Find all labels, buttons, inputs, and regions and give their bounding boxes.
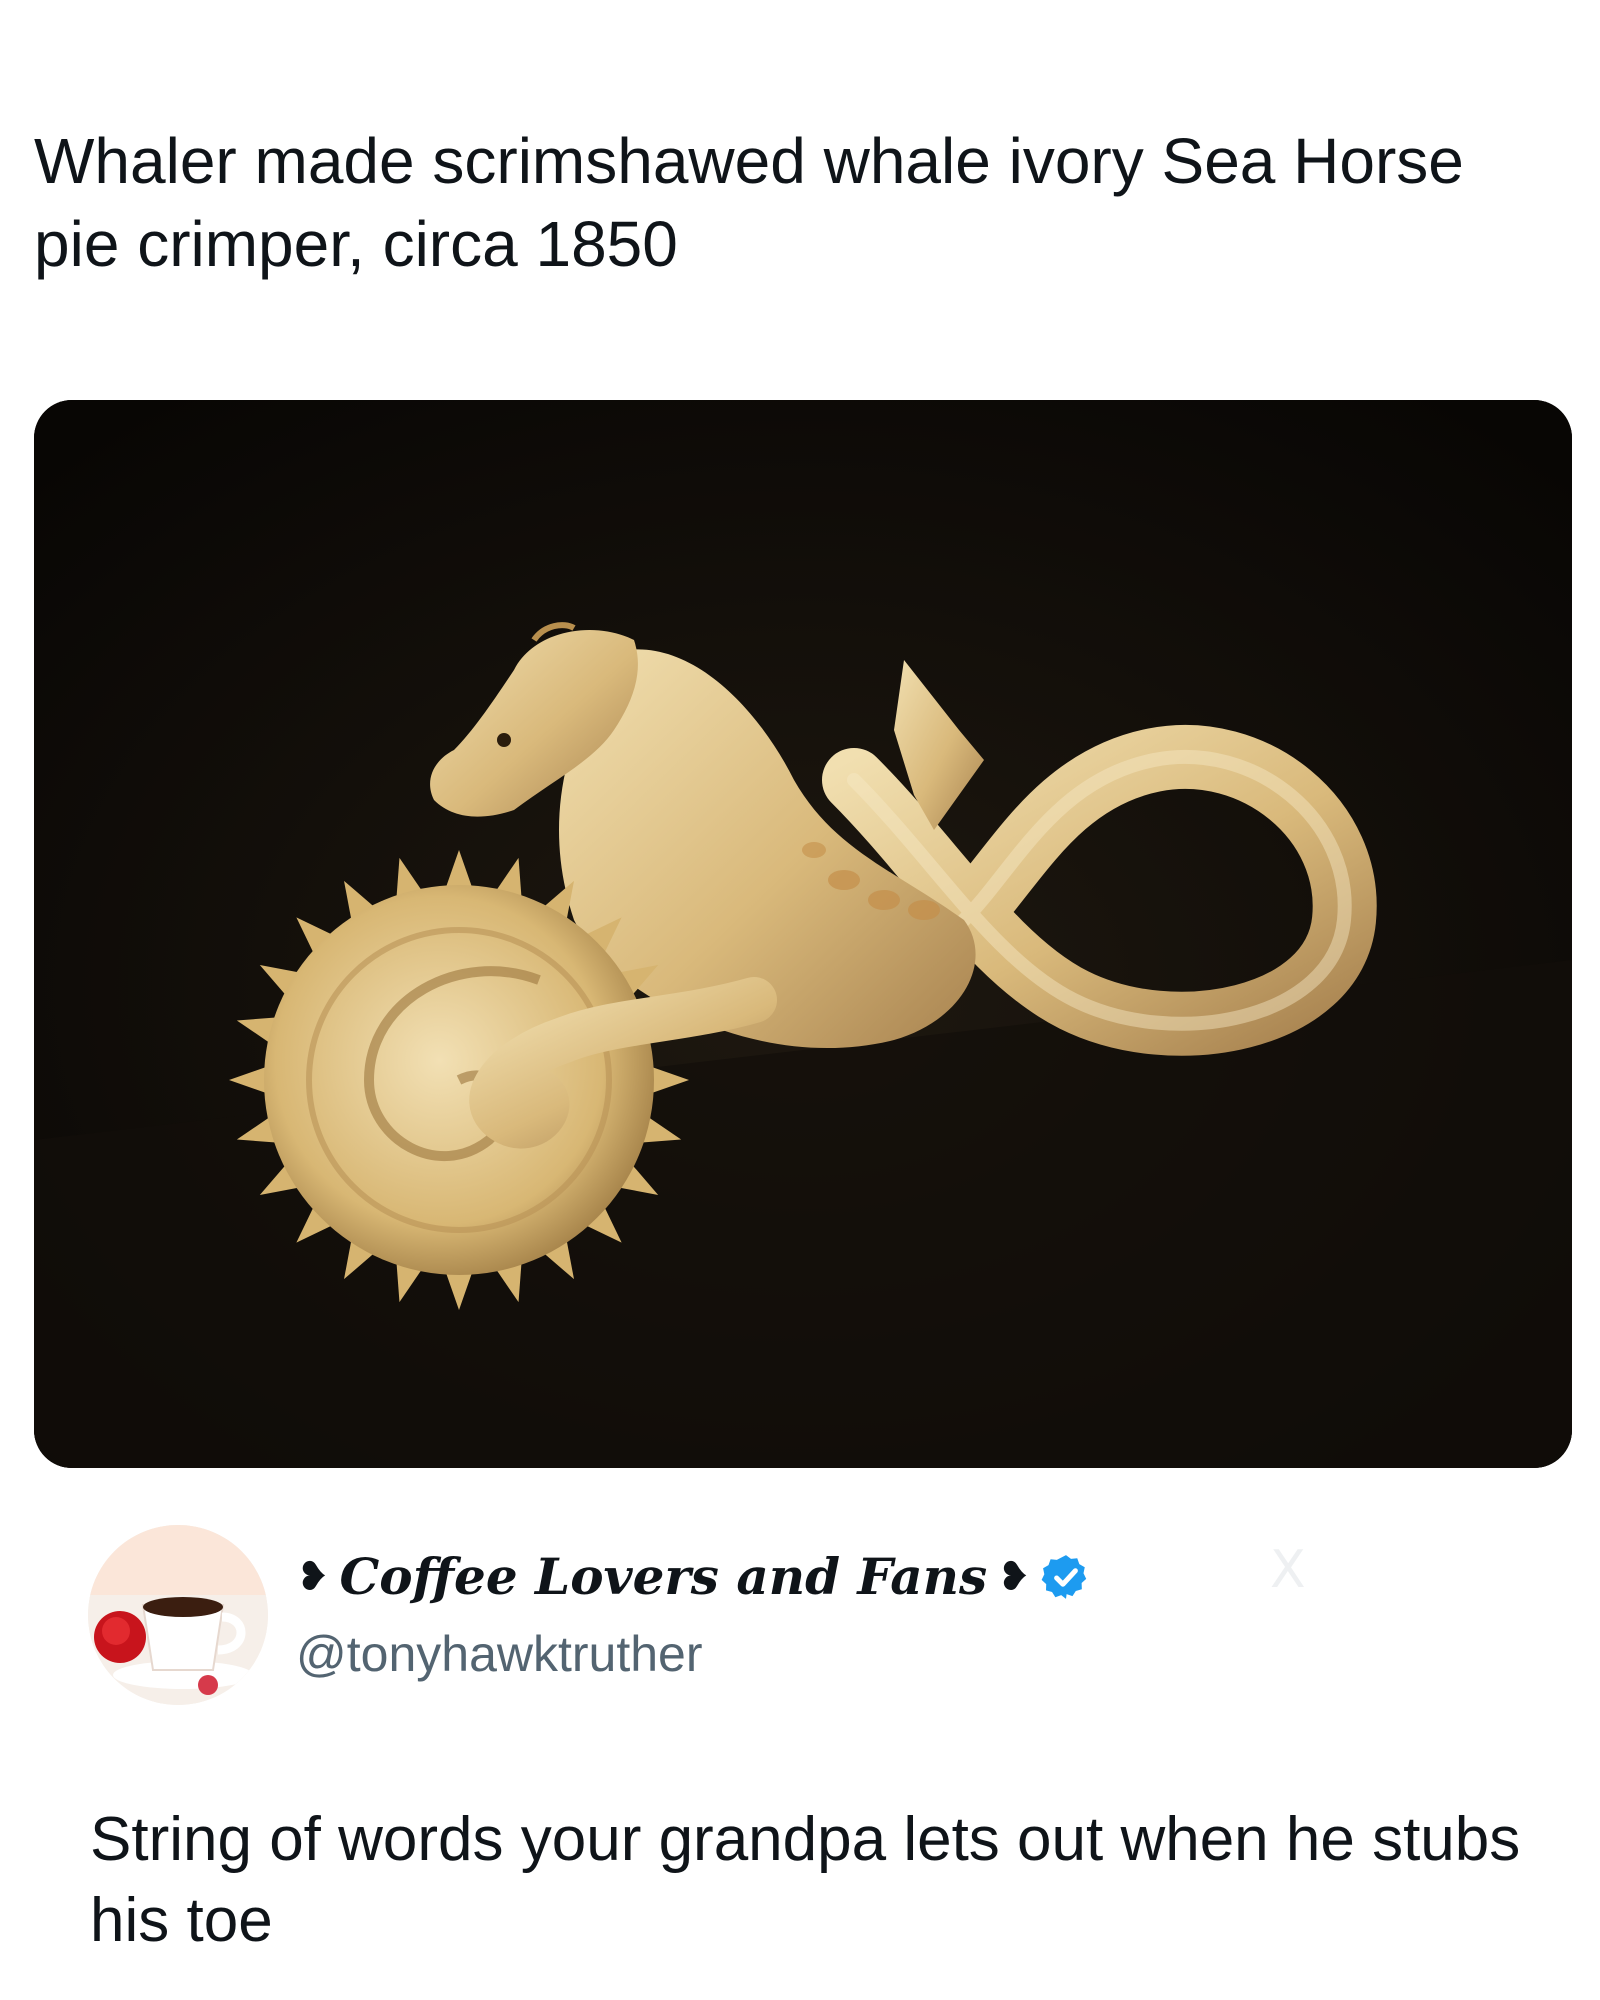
author-block[interactable]: ❥ Coffee Lovers and Fans ❥ @tonyhawktrut…: [88, 1525, 1288, 1705]
author-display-name[interactable]: Coffee Lovers and Fans: [340, 1547, 988, 1606]
post-title: Whaler made scrimshawed whale ivory Sea …: [34, 125, 1464, 281]
author-handle[interactable]: @tonyhawktruther: [296, 1625, 703, 1683]
coffee-cup-icon: [88, 1525, 268, 1705]
sea-horse-crimper-image: [34, 400, 1572, 1468]
verified-badge-icon: [1041, 1554, 1086, 1599]
post-caption: String of words your grandpa lets out wh…: [90, 1805, 1521, 1955]
heart-arrow-icon: ❥: [997, 1553, 1031, 1600]
post-photo[interactable]: [34, 400, 1572, 1468]
author-name-row[interactable]: ❥ Coffee Lovers and Fans ❥: [296, 1547, 1091, 1606]
avatar[interactable]: [88, 1525, 268, 1705]
heart-arrow-icon: ❥: [296, 1553, 330, 1600]
x-logo-icon: X: [1270, 1540, 1306, 1600]
